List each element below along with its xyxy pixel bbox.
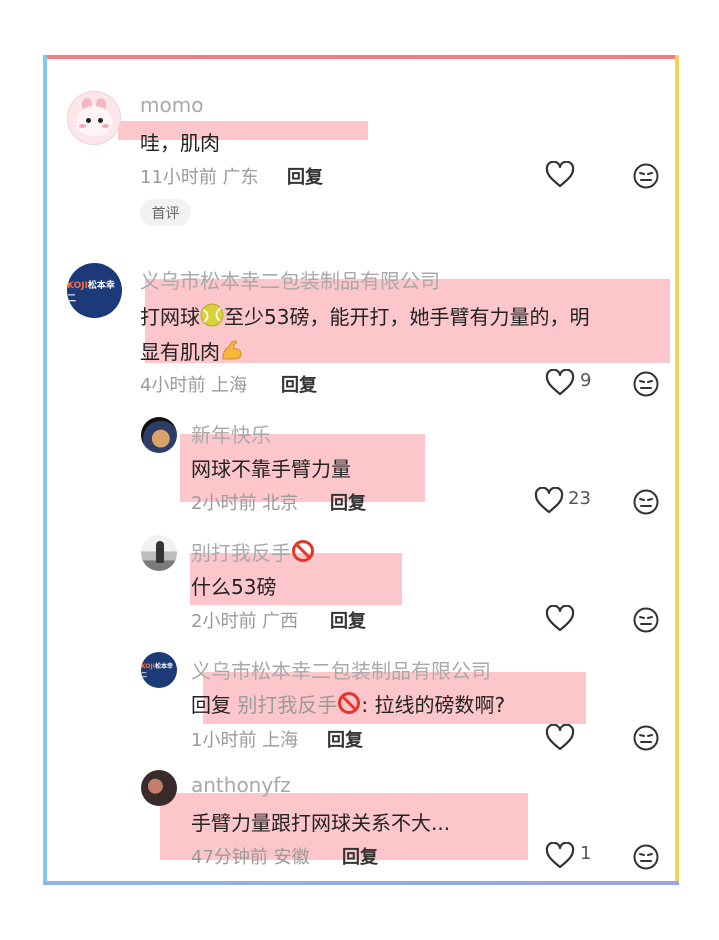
prohibited-emoji [292,540,314,562]
neutral-face-icon[interactable] [632,843,660,871]
reply-prefix: 回复 [191,693,231,717]
heart-outline-icon[interactable] [534,487,564,515]
avatar[interactable] [67,91,121,145]
reply-button[interactable]: 回复 [287,163,323,189]
comment-username[interactable]: 义乌市松本幸二包装制品有限公司 [140,265,440,294]
reply-username[interactable]: 新年快乐 [191,419,271,448]
comment-text-part: 打网球 [140,305,200,329]
reply-button[interactable]: 回复 [330,607,366,633]
heart-outline-icon[interactable] [545,842,575,870]
comment-time-location: 11小时前 广东 [140,167,259,188]
avatar[interactable]: KOJI松本幸二 [141,652,177,688]
avatar[interactable] [141,417,177,453]
frame-top-border [43,55,679,59]
reply-button[interactable]: 回复 [330,489,366,515]
like-count: 9 [580,370,592,391]
reply-button[interactable]: 回复 [342,843,378,869]
avatar-logo: KOJI松本幸二 [141,663,173,679]
avatar[interactable] [141,535,177,571]
reply-time-location: 2小时前 广西 [191,611,299,632]
reply-text: 回复 别打我反手 : 拉线的磅数啊? [191,689,505,718]
frame-bottom-border [43,881,679,885]
heart-outline-icon[interactable] [545,161,575,189]
frame-right-border [675,55,679,885]
reply-username-text: 别打我反手 [191,541,291,565]
avatar[interactable] [141,770,177,806]
avatar[interactable]: KOJI松本幸二 [67,263,122,318]
heart-outline-icon[interactable] [545,369,575,397]
comment-text-line-1: 打网球 至少53磅，能开打，她手臂有力量的，明 [140,301,589,330]
reply-username[interactable]: anthonyfz [191,773,291,797]
avatar-eye [98,118,103,123]
reply-username[interactable]: 义乌市松本幸二包装制品有限公司 [191,655,491,684]
reply-time-location: 1小时前 上海 [191,730,299,751]
heart-outline-icon[interactable] [545,605,575,633]
avatar-cheek [79,124,86,128]
comment-time-location: 4小时前 上海 [140,375,248,396]
avatar-logo: KOJI松本幸二 [67,280,115,304]
neutral-face-icon[interactable] [632,724,660,752]
reply-text-body: : 拉线的磅数啊? [361,693,506,717]
reply-text: 什么53磅 [191,575,277,599]
reply-time-location: 47分钟前 安徽 [191,847,310,868]
comment-username[interactable]: momo [140,93,203,117]
neutral-face-icon[interactable] [632,488,660,516]
tennis-ball-emoji [200,303,224,327]
comment-text: 哇，肌肉 [140,131,220,155]
like-count: 1 [580,843,592,864]
comment-text-line-2: 显有肌肉 [140,336,244,365]
avatar-face [76,106,112,136]
first-comment-badge: 首评 [140,199,191,226]
like-count: 23 [568,488,591,509]
heart-outline-icon[interactable] [545,724,575,752]
neutral-face-icon[interactable] [632,370,660,398]
prohibited-emoji [338,692,361,714]
comment-text-part: 至少53磅，能开打，她手臂有力量的，明 [224,305,590,329]
neutral-face-icon[interactable] [632,606,660,634]
mention-link[interactable]: 别打我反手 [237,693,337,717]
reply-username[interactable]: 别打我反手 [191,537,315,566]
avatar-eye [86,118,91,123]
reply-button[interactable]: 回复 [281,371,317,397]
frame-left-border [43,55,47,885]
reply-text: 手臂力量跟打网球关系不大... [191,811,451,835]
comment-text-part: 显有肌肉 [140,340,220,364]
flexed-biceps-emoji [222,340,242,360]
avatar-cheek [102,124,109,128]
reply-time-location: 2小时前 北京 [191,493,299,514]
neutral-face-icon[interactable] [632,162,660,190]
avatar-figure [156,541,164,563]
reply-text: 网球不靠手臂力量 [191,457,351,481]
reply-button[interactable]: 回复 [327,726,363,752]
